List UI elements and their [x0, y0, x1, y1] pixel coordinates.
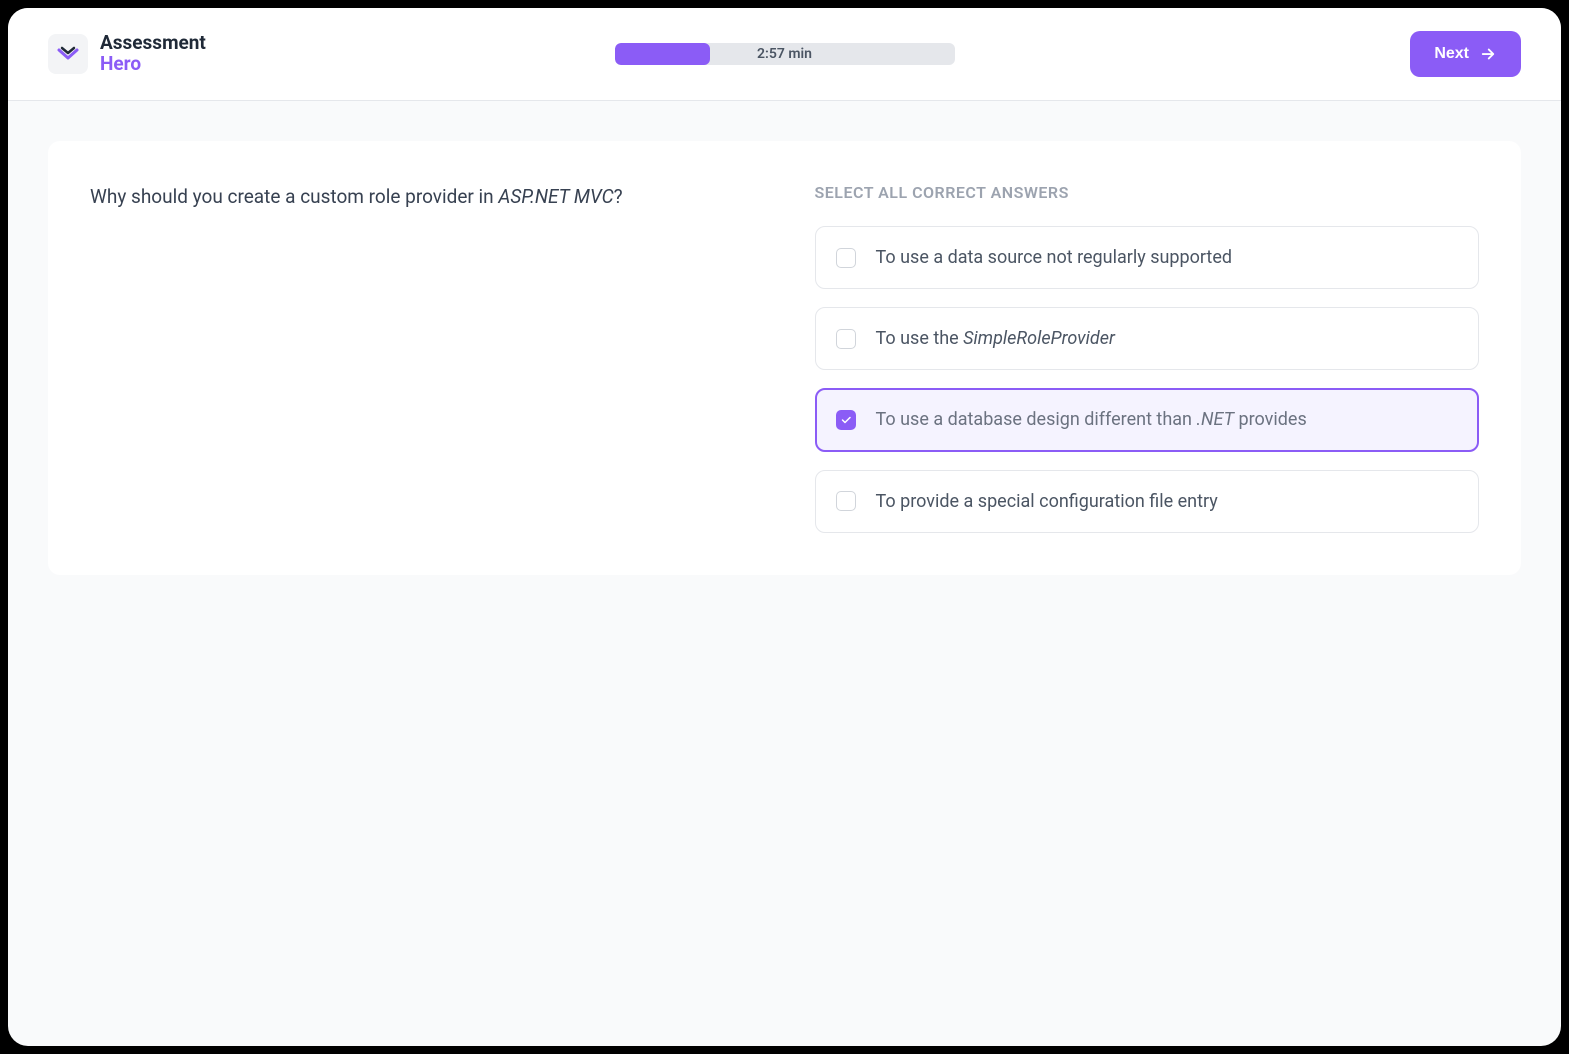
content-area: Why should you create a custom role prov… [8, 101, 1561, 1046]
logo: Assessment Hero [48, 33, 206, 75]
answer-option-3[interactable]: To use a database design different than … [815, 388, 1480, 451]
logo-text: Assessment Hero [100, 33, 206, 75]
answer-option-2[interactable]: To use the SimpleRoleProvider [815, 307, 1480, 370]
next-button[interactable]: Next [1410, 31, 1521, 77]
answer-text: To provide a special configuration file … [876, 489, 1218, 514]
app-window: Assessment Hero 2:57 min Next Why should… [8, 8, 1561, 1046]
logo-icon [48, 34, 88, 74]
progress-fill [615, 43, 710, 65]
question-card: Why should you create a custom role prov… [48, 141, 1521, 575]
answer-text: To use a database design different than … [876, 407, 1307, 432]
arrow-right-icon [1479, 45, 1497, 63]
checkbox-icon [836, 329, 856, 349]
answer-text: To use the SimpleRoleProvider [876, 326, 1115, 351]
progress-bar: 2:57 min [615, 43, 955, 65]
next-button-label: Next [1434, 45, 1469, 63]
answers-column: SELECT ALL CORRECT ANSWERS To use a data… [815, 183, 1480, 533]
progress-section: 2:57 min [615, 43, 955, 65]
answer-text: To use a data source not regularly suppo… [876, 245, 1233, 270]
question-text: Why should you create a custom role prov… [90, 183, 755, 212]
answer-option-4[interactable]: To provide a special configuration file … [815, 470, 1480, 533]
answer-option-1[interactable]: To use a data source not regularly suppo… [815, 226, 1480, 289]
header: Assessment Hero 2:57 min Next [8, 8, 1561, 101]
question-column: Why should you create a custom role prov… [90, 183, 755, 533]
progress-time: 2:57 min [757, 46, 812, 62]
checkbox-icon [836, 248, 856, 268]
checkbox-icon [836, 491, 856, 511]
checkbox-checked-icon [836, 410, 856, 430]
logo-text-bottom: Hero [100, 54, 206, 75]
answers-instruction: SELECT ALL CORRECT ANSWERS [815, 183, 1480, 202]
logo-text-top: Assessment [100, 33, 206, 54]
